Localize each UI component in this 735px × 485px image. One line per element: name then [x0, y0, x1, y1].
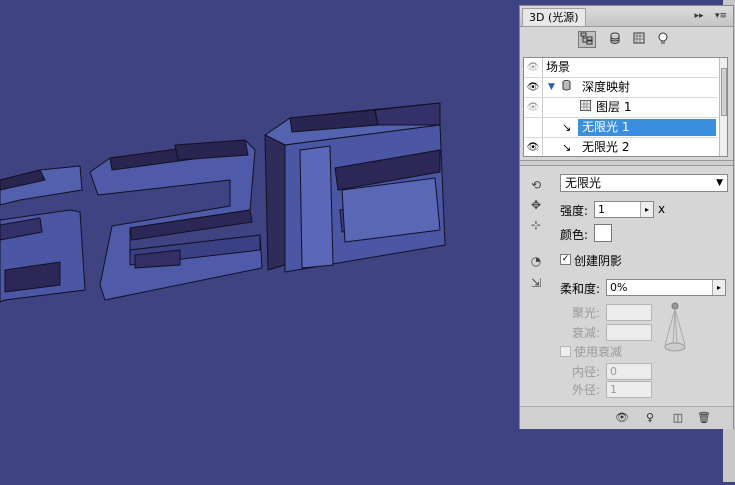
light-type-select[interactable]: 无限光 ▼ — [560, 174, 728, 192]
rotate-light-icon[interactable]: ⟲ — [526, 176, 546, 194]
inner-radius-label: 内径: — [572, 365, 601, 379]
use-attenuation-checkbox[interactable] — [560, 346, 571, 357]
slider-arrow-icon[interactable]: ▸ — [712, 280, 725, 295]
layer-row[interactable]: 👁 图层 1 — [524, 98, 718, 118]
light-filter-icon[interactable] — [654, 31, 672, 48]
expand-triangle-icon[interactable]: ▼ — [548, 78, 555, 97]
panel-menu-icon[interactable]: ▾≡ — [714, 9, 728, 23]
layer-icon — [580, 98, 591, 117]
new-light-icon[interactable]: ◫ — [670, 410, 686, 426]
chevron-down-icon: ▼ — [716, 178, 723, 188]
light-2-label: 无限光 2 — [582, 140, 630, 154]
point-at-origin-icon[interactable]: ◔ — [526, 252, 546, 270]
hotspot-field[interactable] — [606, 304, 652, 321]
panel-titlebar[interactable]: 3D (光源) ▸▸ ▾≡ — [520, 6, 733, 27]
falloff-field[interactable] — [606, 324, 652, 341]
scene-tree-scrollbar[interactable] — [719, 58, 727, 156]
toggle-lights-icon[interactable]: 👁 — [614, 410, 630, 426]
material-filter-icon[interactable] — [630, 31, 648, 48]
eye-icon[interactable] — [524, 118, 543, 137]
intensity-suffix: x — [658, 202, 666, 216]
scene-label: 场景 — [546, 60, 571, 74]
mesh-row[interactable]: 👁 ▼ 深度映射 — [524, 78, 718, 98]
double-arrow-icon[interactable]: ▸▸ — [692, 9, 706, 23]
panel-tab[interactable]: 3D (光源) — [522, 8, 586, 26]
eye-icon[interactable]: 👁 — [524, 138, 543, 156]
filter-toolbar — [520, 27, 733, 53]
panel-bottom-bar: 👁 ♀ ◫ 🗑 — [520, 406, 733, 429]
light-1-label: 无限光 1 — [582, 120, 630, 134]
eye-icon[interactable]: 👁 — [524, 78, 543, 97]
outer-radius-field[interactable]: 1 — [606, 381, 652, 398]
add-light-icon[interactable]: ♀ — [642, 410, 658, 426]
create-shadows-checkbox[interactable]: ✓ — [560, 254, 571, 265]
outer-radius-value: 1 — [610, 383, 617, 396]
3d-lights-panel: 3D (光源) ▸▸ ▾≡ 👁 场景 👁 ▼ 深度映射 👁 图层 1 ↘ 无限光… — [519, 5, 734, 429]
slider-arrow-icon[interactable]: ▸ — [640, 202, 653, 217]
color-swatch[interactable] — [594, 224, 612, 242]
light-properties: ⟲ ✥ ⊹ ◔ ⇲ 无限光 ▼ 强度: 1 ▸ x 颜色: ✓ 创建阴影 柔和度… — [520, 166, 733, 406]
color-label: 颜色: — [560, 228, 589, 242]
slide-light-icon[interactable]: ⊹ — [526, 216, 546, 234]
drag-light-icon[interactable]: ✥ — [526, 196, 546, 214]
softness-field[interactable]: 0% ▸ — [606, 279, 726, 296]
scene-row[interactable]: 👁 场景 — [524, 58, 718, 78]
mesh-filter-icon[interactable] — [606, 31, 624, 48]
eye-icon[interactable]: 👁 — [524, 98, 543, 117]
layer-label: 图层 1 — [596, 100, 632, 114]
scrollbar-thumb[interactable] — [721, 68, 727, 116]
move-to-view-icon[interactable]: ⇲ — [526, 274, 546, 292]
light-row-1[interactable]: ↘ 无限光 1 — [524, 118, 718, 138]
intensity-value: 1 — [598, 203, 605, 216]
inner-radius-value: 0 — [610, 365, 617, 378]
softness-value: 0% — [610, 281, 628, 294]
infinite-light-icon: ↘ — [562, 121, 572, 134]
falloff-label: 衰减: — [572, 326, 601, 340]
infinite-light-icon: ↘ — [562, 141, 572, 154]
spotlight-preview-icon — [664, 302, 686, 352]
intensity-label: 强度: — [560, 204, 589, 218]
inner-radius-field[interactable]: 0 — [606, 363, 652, 380]
mesh-icon — [562, 78, 571, 97]
hotspot-label: 聚光: — [572, 306, 601, 320]
use-attenuation-label: 使用衰减 — [574, 345, 623, 359]
scene-tree: 👁 场景 👁 ▼ 深度映射 👁 图层 1 ↘ 无限光 1 👁 ↘ 无限光 2 — [523, 57, 728, 157]
create-shadows-label: 创建阴影 — [574, 254, 623, 268]
softness-label: 柔和度: — [560, 282, 601, 296]
mesh-label: 深度映射 — [582, 80, 631, 94]
light-type-value: 无限光 — [565, 176, 602, 190]
outer-radius-label: 外径: — [572, 383, 601, 397]
trash-icon[interactable]: 🗑 — [696, 410, 712, 426]
light-row-2[interactable]: 👁 ↘ 无限光 2 — [524, 138, 718, 156]
scene-filter-icon[interactable] — [578, 31, 596, 48]
intensity-field[interactable]: 1 ▸ — [594, 201, 654, 218]
eye-icon[interactable]: 👁 — [524, 58, 543, 77]
